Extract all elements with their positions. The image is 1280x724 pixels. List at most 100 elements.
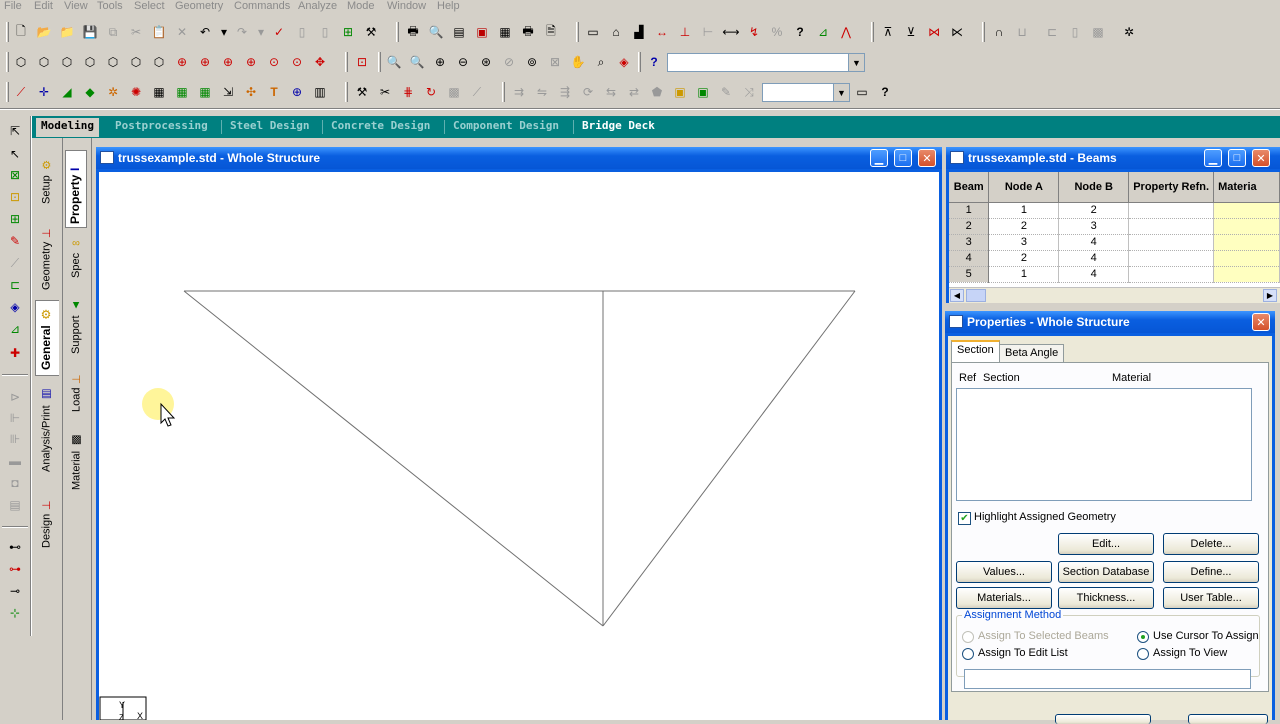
- plate-icon[interactable]: ▟: [630, 23, 648, 41]
- save-icon[interactable]: 💾: [81, 23, 99, 41]
- dis4-icon[interactable]: ⟳: [579, 83, 597, 101]
- dimension-icon[interactable]: ↔: [653, 23, 671, 41]
- dis-c-icon[interactable]: ⊪: [5, 430, 25, 448]
- radio-edit-list[interactable]: [962, 648, 974, 660]
- graph-icon[interactable]: ⊿: [814, 23, 832, 41]
- menu-help[interactable]: Help: [437, 0, 460, 12]
- arc-icon[interactable]: ∩: [990, 23, 1008, 41]
- hammer-icon[interactable]: ⚒: [362, 23, 380, 41]
- select-all-icon[interactable]: ⊡: [353, 53, 371, 71]
- paste-icon[interactable]: 📋: [150, 23, 168, 41]
- curve-icon[interactable]: ↻: [422, 83, 440, 101]
- page-tab-setup[interactable]: Setup ⚙: [40, 156, 54, 204]
- query-icon[interactable]: ?: [645, 53, 663, 71]
- beams-minimize-icon[interactable]: ▁: [1204, 149, 1222, 167]
- col-property[interactable]: Property Refn.: [1128, 172, 1215, 203]
- col-node-a[interactable]: Node A: [988, 172, 1060, 203]
- undo-icon[interactable]: ↶: [196, 23, 214, 41]
- copy-icon[interactable]: ⧉: [104, 23, 122, 41]
- geometry-cursor-icon[interactable]: ⊏: [5, 276, 25, 294]
- view-back-icon[interactable]: ⬡: [35, 53, 53, 71]
- select-icon[interactable]: ↖: [5, 145, 25, 163]
- properties-window-titlebar[interactable]: Properties - Whole Structure ✕: [945, 311, 1275, 333]
- radio-assign-view[interactable]: [1137, 648, 1149, 660]
- group2-icon[interactable]: ▣: [694, 83, 712, 101]
- table-row[interactable]: 5 1 4: [949, 266, 1280, 283]
- tool-d-icon[interactable]: ⊹: [5, 604, 25, 622]
- node-icon[interactable]: ▭: [584, 23, 602, 41]
- radio-selected-beams[interactable]: [962, 631, 974, 643]
- grid-green2-icon[interactable]: ▦: [196, 83, 214, 101]
- tool-b-icon[interactable]: ⊶: [5, 560, 25, 578]
- dimension-vertical-icon[interactable]: ⊥: [676, 23, 694, 41]
- menu-tools[interactable]: Tools: [97, 0, 123, 12]
- table-row[interactable]: 1 1 2: [949, 202, 1280, 219]
- open-folder-icon[interactable]: 📁: [58, 23, 76, 41]
- menu-mode[interactable]: Mode: [347, 0, 375, 12]
- open-icon[interactable]: 📂: [35, 23, 53, 41]
- thickness-button[interactable]: Thickness...: [1058, 587, 1154, 609]
- redo-dropdown-icon[interactable]: ▾: [252, 23, 270, 41]
- table-row[interactable]: 4 2 4: [949, 250, 1280, 267]
- col-beam[interactable]: Beam: [949, 172, 990, 203]
- zoom-all-icon[interactable]: ⊚: [523, 53, 541, 71]
- menu-analyze[interactable]: Analyze: [298, 0, 337, 12]
- scroll-right-icon[interactable]: ▶: [1263, 289, 1277, 302]
- truss-left-diagonal[interactable]: [183, 290, 604, 627]
- tool-c-icon[interactable]: ⊸: [5, 582, 25, 600]
- beams-cursor-icon[interactable]: ⊡: [5, 188, 25, 206]
- grid-disabled-icon[interactable]: ▩: [1089, 23, 1107, 41]
- cube-cursor-icon[interactable]: ◈: [5, 298, 25, 316]
- dis7-icon[interactable]: ⬟: [648, 83, 666, 101]
- delete-button[interactable]: Delete...: [1163, 533, 1259, 555]
- menu-window[interactable]: Window: [387, 0, 426, 12]
- document-icon[interactable]: 🗎: [542, 23, 560, 41]
- col-material[interactable]: Materia: [1213, 172, 1280, 203]
- zoom-out-icon[interactable]: ⊖: [454, 53, 472, 71]
- add-plate-icon[interactable]: ◢: [58, 83, 76, 101]
- menu-file[interactable]: File: [4, 0, 22, 12]
- monitor-icon[interactable]: ▭: [853, 83, 871, 101]
- dis3-icon[interactable]: ⇶: [556, 83, 574, 101]
- materials-button[interactable]: Materials...: [956, 587, 1052, 609]
- view-front-icon[interactable]: ⬡: [12, 53, 30, 71]
- values-button[interactable]: Values...: [956, 561, 1052, 583]
- group-combo[interactable]: ▼: [762, 83, 850, 102]
- align-icon[interactable]: ⊏: [1043, 23, 1061, 41]
- table-row[interactable]: 2 2 3: [949, 218, 1280, 235]
- pencil-icon[interactable]: ✎: [717, 83, 735, 101]
- add-node-icon[interactable]: ✛: [35, 83, 53, 101]
- menu-view[interactable]: View: [64, 0, 88, 12]
- split-icon[interactable]: ⋕: [399, 83, 417, 101]
- page-tab-design[interactable]: Design ⊥: [40, 490, 54, 548]
- dis1-icon[interactable]: ⇉: [510, 83, 528, 101]
- rotate-free-icon[interactable]: ✥: [311, 53, 329, 71]
- check-icon[interactable]: ✓: [270, 23, 288, 41]
- beam-label-icon[interactable]: ⌂: [607, 23, 625, 41]
- dis5-icon[interactable]: ⇆: [602, 83, 620, 101]
- bottom-button-partial[interactable]: [1055, 714, 1151, 724]
- menu-geometry[interactable]: Geometry: [175, 0, 223, 12]
- structure3-icon[interactable]: ⋈: [925, 23, 943, 41]
- dis6-icon[interactable]: ⇄: [625, 83, 643, 101]
- toolbar-print-icon[interactable]: 🖶: [519, 23, 537, 41]
- rotate-y2-icon[interactable]: ⊕: [242, 53, 260, 71]
- undo-dropdown-icon[interactable]: ▾: [215, 23, 233, 41]
- bottom-button-partial-2[interactable]: [1188, 714, 1268, 724]
- translational-icon[interactable]: ✲: [104, 83, 122, 101]
- group-icon[interactable]: ▣: [671, 83, 689, 101]
- view-iso-icon[interactable]: ⬡: [150, 53, 168, 71]
- dis-e-icon[interactable]: ◘: [5, 474, 25, 492]
- zoom-display-icon[interactable]: ⊠: [546, 53, 564, 71]
- dis-f-icon[interactable]: ▤: [5, 496, 25, 514]
- help-window-icon[interactable]: ?: [876, 83, 894, 101]
- structure-window-titlebar[interactable]: trussexample.std - Whole Structure ▁ □ ✕: [96, 147, 942, 169]
- structure-canvas[interactable]: Y Z X: [99, 172, 939, 722]
- grid-green-icon[interactable]: ▦: [173, 83, 191, 101]
- minimize-icon[interactable]: ▁: [870, 149, 888, 167]
- table-icon[interactable]: ▥: [311, 83, 329, 101]
- align2-icon[interactable]: ▯: [1066, 23, 1084, 41]
- truss-right-diagonal[interactable]: [602, 290, 856, 627]
- print-icon[interactable]: 🖶: [404, 23, 422, 41]
- menu-edit[interactable]: Edit: [34, 0, 53, 12]
